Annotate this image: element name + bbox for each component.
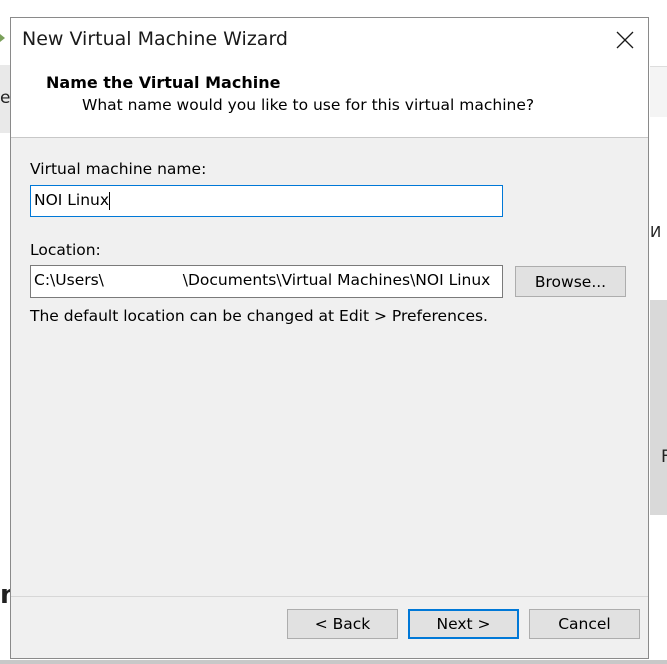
text-caret — [109, 191, 111, 210]
title-bar: New Virtual Machine Wizard — [11, 18, 648, 68]
location-input[interactable]: C:\Users\ \Documents\Virtual Machines\NO… — [30, 265, 503, 298]
wizard-header: Name the Virtual Machine What name would… — [11, 68, 648, 138]
background-panel-right — [650, 300, 667, 515]
close-button[interactable] — [602, 18, 648, 62]
location-label: Location: — [30, 241, 101, 259]
vm-name-label: Virtual machine name: — [30, 160, 207, 178]
next-button[interactable]: Next > — [408, 609, 519, 639]
background-text-fragment: И — [650, 223, 662, 241]
background-text-fragment: e — [0, 88, 11, 108]
back-button[interactable]: < Back — [287, 609, 398, 639]
footer-divider — [11, 596, 648, 597]
wizard-dialog: New Virtual Machine Wizard Name the Virt… — [10, 17, 649, 659]
vm-name-input[interactable]: NOI Linux — [30, 185, 503, 217]
cancel-button[interactable]: Cancel — [529, 609, 640, 639]
background-arrow-icon — [0, 34, 5, 42]
background-taskbar-edge — [0, 660, 667, 664]
close-icon — [616, 31, 634, 49]
vm-name-value: NOI Linux — [34, 191, 110, 209]
location-value: C:\Users\ \Documents\Virtual Machines\NO… — [34, 271, 491, 289]
background-text-fragment: F — [661, 447, 667, 467]
page-title: Name the Virtual Machine — [46, 73, 281, 92]
location-hint: The default location can be changed at E… — [30, 307, 488, 325]
page-subtitle: What name would you like to use for this… — [82, 96, 535, 114]
browse-button[interactable]: Browse... — [515, 266, 626, 297]
dialog-title: New Virtual Machine Wizard — [22, 28, 288, 50]
background-panel-right-top — [650, 66, 667, 117]
